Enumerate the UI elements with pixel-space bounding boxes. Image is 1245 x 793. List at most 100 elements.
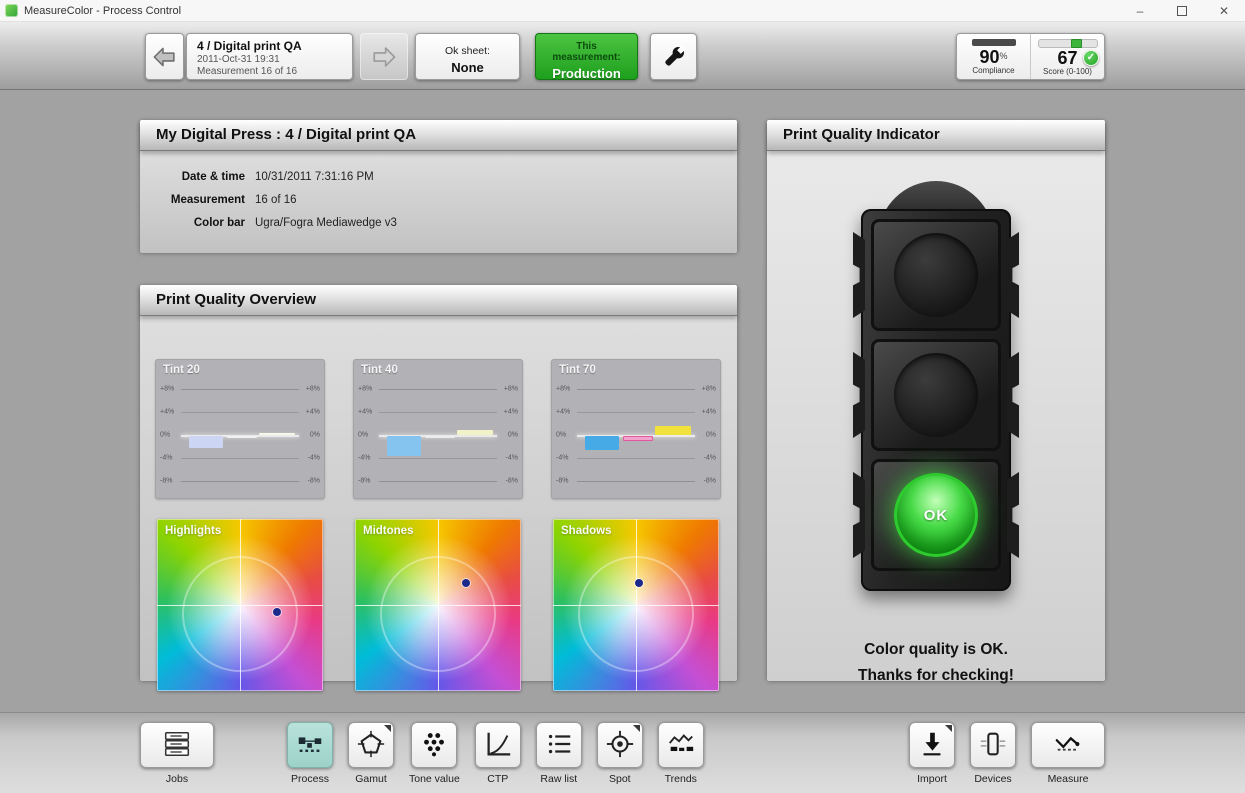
import-button[interactable] (909, 722, 955, 768)
toolbar-item-label: Devices (974, 773, 1011, 785)
job-info-row: Color barUgra/Fogra Mediawedge v3 (140, 211, 737, 234)
axis-tick-label: -4% (308, 455, 320, 462)
ok-sheet-value: None (422, 60, 513, 75)
indicator-panel-body: OK Color quality is OK. Thanks for check… (767, 151, 1105, 681)
midtones-title: Midtones (363, 525, 413, 537)
ok-sheet-label: Ok sheet: (422, 45, 513, 57)
raw-list-icon (544, 729, 574, 762)
cyan-deviation-bar (387, 436, 421, 456)
job-row-value: 16 of 16 (255, 194, 297, 206)
shadows-gamut-chart: Shadows (553, 519, 719, 691)
devices-icon (978, 729, 1008, 762)
arrow-left-icon (152, 44, 177, 70)
devices-button[interactable] (970, 722, 1016, 768)
traffic-light-green-section: OK (871, 459, 1001, 571)
indicator-message-line2: Thanks for checking! (767, 663, 1105, 689)
current-measurement-info[interactable]: 4 / Digital print QA 2011-Oct-31 19:31 M… (186, 33, 353, 80)
toolbar-item-label: Tone value (409, 773, 460, 785)
job-info-rows: Date & time10/31/2011 7:31:16 PMMeasurem… (140, 151, 737, 253)
axis-tick-label: +4% (504, 409, 518, 416)
traffic-light-red-section (871, 219, 1001, 331)
settings-button[interactable] (650, 33, 697, 80)
toolbar-group-tools: Import Devices Measure (909, 722, 1105, 785)
axis-tick-label: -4% (506, 455, 518, 462)
toolbar-item-label: Trends (665, 773, 697, 785)
gridline (181, 481, 299, 482)
ok-sheet-button[interactable]: Ok sheet: None (415, 33, 520, 80)
import-icon (917, 729, 947, 762)
toolbar-item: Raw list (536, 722, 582, 785)
job-datetime: 2011-Oct-31 19:31 (197, 54, 342, 65)
toolbar-item: CTP (475, 722, 521, 785)
jobs-button[interactable] (140, 722, 214, 768)
process-icon (295, 729, 325, 762)
tint-70-chart: Tint 70 +8%+8%+4%+4%0%0%-4%-4%-8%-8% (551, 359, 721, 499)
midtones-sample-dot (462, 579, 470, 587)
spot-icon (605, 729, 635, 762)
measurement-mode-value: Production (542, 66, 631, 81)
score-cell: 67 Score (0-100) ✓ (1030, 34, 1104, 79)
score-label: Score (0-100) (1031, 67, 1104, 76)
axis-tick-label: +8% (504, 386, 518, 393)
maximize-button[interactable] (1161, 0, 1203, 21)
axis-tick-label: +8% (160, 386, 174, 393)
yellow-deviation-bar (655, 426, 691, 435)
traffic-light-bracket (853, 352, 865, 438)
gridline (181, 389, 299, 390)
close-button[interactable]: ✕ (1203, 0, 1245, 21)
shortcut-corner-icon (633, 725, 640, 732)
shadows-title: Shadows (561, 525, 611, 537)
compliance-bar (972, 39, 1016, 46)
gridline (181, 412, 299, 413)
ctp-button[interactable] (475, 722, 521, 768)
yellow-deviation-bar (457, 430, 493, 435)
axis-tick-label: -8% (704, 478, 716, 485)
axis-tick-label: -4% (704, 455, 716, 462)
toolbar-item-label: Jobs (166, 773, 188, 785)
axis-tick-label: +4% (160, 409, 174, 416)
toolbar-item-label: Gamut (355, 773, 387, 785)
job-panel-title: My Digital Press : 4 / Digital print QA (140, 120, 737, 151)
process-button[interactable] (287, 722, 333, 768)
print-quality-overview-panel: Print Quality Overview Tint 20 +8%+8%+4%… (140, 285, 737, 680)
traffic-light-bracket (1007, 472, 1019, 558)
shadows-sample-dot (635, 579, 643, 587)
toolbar-item-label: Import (917, 773, 947, 785)
axis-tick-label: -8% (160, 478, 172, 485)
toolbar-item: Import (909, 722, 955, 785)
axis-tick-label: -4% (556, 455, 568, 462)
gridline (379, 458, 497, 459)
toolbar-item: Trends (658, 722, 704, 785)
measurement-mode-button[interactable]: This measurement: Production (535, 33, 638, 80)
tint-20-chart: Tint 20 +8%+8%+4%+4%0%0%-4%-4%-8%-8% (155, 359, 325, 499)
previous-measurement-button[interactable] (145, 33, 184, 80)
next-measurement-button[interactable] (360, 33, 408, 80)
overview-panel-body: Tint 20 +8%+8%+4%+4%0%0%-4%-4%-8%-8% Tin… (140, 316, 737, 681)
traffic-light-bracket (1007, 352, 1019, 438)
axis-tick-label: -4% (358, 455, 370, 462)
score-check-icon: ✓ (1083, 50, 1099, 66)
spot-button[interactable] (597, 722, 643, 768)
gamut-button[interactable] (348, 722, 394, 768)
highlights-sample-dot (273, 608, 281, 616)
cyan-deviation-bar (189, 436, 223, 448)
toolbar-item-label: Measure (1048, 773, 1089, 785)
toolbar-group-views: ProcessGamutTone valueCTPRaw listSpotTre… (287, 722, 704, 785)
compliance-label: Compliance (957, 66, 1030, 75)
minimize-button[interactable]: – (1119, 0, 1161, 21)
print-quality-indicator-panel: Print Quality Indicator (767, 120, 1105, 680)
raw-list-button[interactable] (536, 722, 582, 768)
indicator-message: Color quality is OK. Thanks for checking… (767, 637, 1105, 689)
axis-tick-label: +8% (702, 386, 716, 393)
axis-tick-label: +4% (358, 409, 372, 416)
overview-panel-title: Print Quality Overview (140, 285, 737, 316)
main-content: My Digital Press : 4 / Digital print QA … (0, 90, 1245, 712)
traffic-light-bracket (1007, 232, 1019, 318)
toolbar-item: Gamut (348, 722, 394, 785)
measure-button[interactable] (1031, 722, 1105, 768)
midtones-gamut-chart: Midtones (355, 519, 521, 691)
trends-button[interactable] (658, 722, 704, 768)
trends-icon (666, 729, 696, 762)
job-row-label: Color bar (140, 217, 245, 229)
tone-value-button[interactable] (411, 722, 457, 768)
